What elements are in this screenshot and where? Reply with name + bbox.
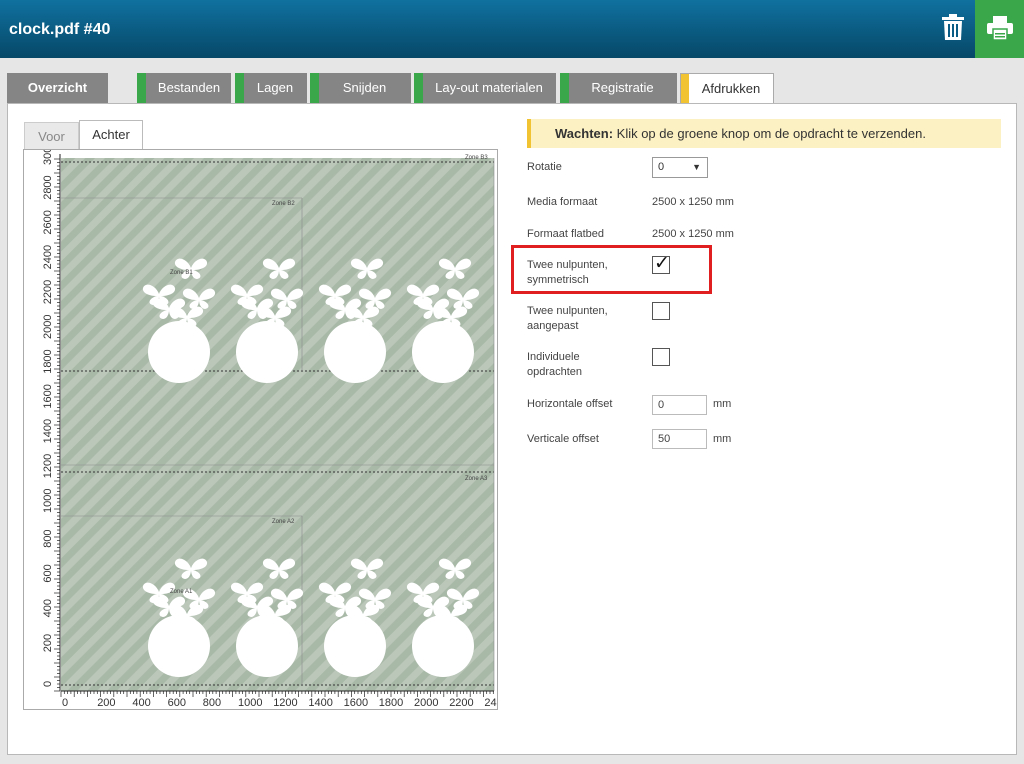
h-offset-input[interactable]: 0 [652, 395, 707, 415]
media-format-label: Media formaat [527, 196, 598, 208]
ruler-x-label: 400 [132, 697, 150, 709]
tab-achter[interactable]: Achter [79, 120, 143, 150]
v-offset-input[interactable]: 50 [652, 429, 707, 449]
tab-voor[interactable]: Voor [24, 122, 79, 150]
ruler-y-label: 0 [42, 681, 54, 687]
ruler-y-label: 2200 [42, 280, 54, 304]
chevron-down-icon: ▼ [692, 162, 701, 172]
zone-label: Zone B1 [170, 270, 193, 276]
ruler-x-label: 24 [484, 697, 496, 709]
status-active-marker [681, 74, 689, 104]
banner-text: Klik op de groene knop om de opdracht te… [613, 126, 926, 141]
ruler-y-label: 2400 [42, 245, 54, 269]
rotation-label: Rotatie [527, 161, 562, 173]
ruler-y-label: 1800 [42, 349, 54, 373]
zone-label: Zone A1 [170, 589, 193, 595]
ruler-y-label: 800 [42, 529, 54, 547]
zone-label: Zone B2 [272, 201, 295, 207]
window-title: clock.pdf #40 [9, 21, 111, 38]
flatbed-format-value: 2500 x 1250 mm [652, 228, 734, 240]
tab-bestanden[interactable]: Bestanden [137, 73, 231, 103]
tab-layout-materialen[interactable]: Lay-out materialen [414, 73, 556, 103]
ruler-x-label: 800 [203, 697, 221, 709]
status-done-marker [414, 73, 423, 103]
ruler-y-label: 3000 [42, 150, 54, 165]
trash-icon[interactable] [940, 13, 966, 41]
tab-afdrukken[interactable]: Afdrukken [680, 73, 774, 105]
tab-snijden[interactable]: Snijden [310, 73, 411, 103]
title-bar: clock.pdf #40 [0, 0, 1024, 58]
ruler-x-label: 0 [62, 697, 68, 709]
print-button[interactable] [975, 0, 1024, 58]
tab-lagen[interactable]: Lagen [235, 73, 307, 103]
two-zero-custom-checkbox[interactable] [652, 302, 670, 320]
ruler-y-label: 1200 [42, 454, 54, 478]
two-zero-custom-label: Twee nulpunten, aangepast [527, 305, 608, 332]
ruler-y-label: 1600 [42, 384, 54, 408]
v-offset-label: Verticale offset [527, 433, 599, 445]
media-format-value: 2500 x 1250 mm [652, 196, 734, 208]
flatbed-format-label: Formaat flatbed [527, 228, 605, 240]
status-done-marker [560, 73, 569, 103]
individual-checkbox[interactable] [652, 348, 670, 366]
ruler-y-label: 2800 [42, 175, 54, 199]
ruler-y-label: 2000 [42, 315, 54, 339]
zone-label: Zone A2 [272, 519, 295, 525]
ruler-y-label: 1400 [42, 419, 54, 443]
h-offset-unit: mm [713, 398, 732, 410]
ruler-x-label: 200 [97, 697, 115, 709]
ruler-x-label: 600 [168, 697, 186, 709]
ruler-x-label: 1800 [379, 697, 403, 709]
ruler-x-label: 1000 [238, 697, 262, 709]
ruler-x-label: 2000 [414, 697, 438, 709]
ruler-x-label: 1400 [308, 697, 332, 709]
waiting-banner: Wachten: Klik op de groene knop om de op… [527, 119, 1001, 148]
print-preview[interactable]: Zone B3 Zone B2 Zone B1 Zone A3 Zone A2 … [23, 149, 498, 710]
h-offset-label: Horizontale offset [527, 398, 613, 410]
tab-registratie[interactable]: Registratie [560, 73, 677, 103]
zone-label: Zone B3 [465, 155, 488, 161]
individual-label: Individuele opdrachten [527, 351, 583, 378]
rotation-select[interactable]: 0 ▼ [652, 157, 708, 178]
status-done-marker [137, 73, 146, 103]
ruler-x-label: 1600 [344, 697, 368, 709]
ruler-y-label: 2600 [42, 210, 54, 234]
ruler-x-label: 2200 [449, 697, 473, 709]
status-done-marker [310, 73, 319, 103]
printer-icon [987, 16, 1013, 40]
status-done-marker [235, 73, 244, 103]
ruler-y-label: 1000 [42, 489, 54, 513]
v-offset-unit: mm [713, 433, 732, 445]
ruler-y-label: 400 [42, 599, 54, 617]
ruler-x-label: 1200 [273, 697, 297, 709]
ruler-y-label: 600 [42, 564, 54, 582]
zone-label: Zone A3 [465, 476, 488, 482]
ruler-y-label: 200 [42, 634, 54, 652]
highlight-box [511, 245, 712, 294]
banner-bold: Wachten: [555, 126, 614, 141]
tab-overzicht[interactable]: Overzicht [7, 73, 108, 103]
